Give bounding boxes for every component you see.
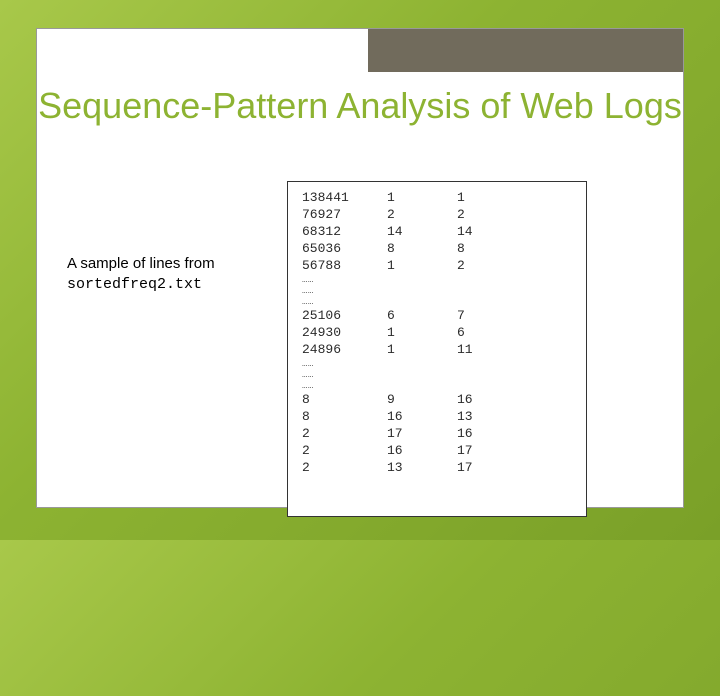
caption-filename: sortedfreq2.txt xyxy=(67,276,202,293)
table-cell: 2 xyxy=(302,426,387,443)
table-row: 13844111 xyxy=(302,190,572,207)
ellipsis-row: …… xyxy=(302,359,572,370)
table-cell: 16 xyxy=(387,443,457,460)
table-cell: 1 xyxy=(387,258,457,275)
ellipsis-row: …… xyxy=(302,297,572,308)
slide-container: Sequence-Pattern Analysis of Web Logs A … xyxy=(36,28,684,508)
table-cell: 7 xyxy=(457,308,572,325)
table-cell: 65036 xyxy=(302,241,387,258)
table-cell: 56788 xyxy=(302,258,387,275)
ellipsis-row: …… xyxy=(302,381,572,392)
table-row: 2493016 xyxy=(302,325,572,342)
data-sample-panel: 13844111769272268312141465036885678812……… xyxy=(287,181,587,517)
table-cell: 11 xyxy=(457,342,572,359)
table-cell: 1 xyxy=(387,342,457,359)
table-row: 24896111 xyxy=(302,342,572,359)
table-cell: 17 xyxy=(387,426,457,443)
table-cell: 24896 xyxy=(302,342,387,359)
table-cell: 24930 xyxy=(302,325,387,342)
slide-title: Sequence-Pattern Analysis of Web Logs xyxy=(37,85,683,126)
sample-caption: A sample of lines from sortedfreq2.txt xyxy=(67,254,215,294)
table-cell: 8 xyxy=(302,409,387,426)
table-cell: 25106 xyxy=(302,308,387,325)
table-cell: 1 xyxy=(387,190,457,207)
data-table: 13844111769272268312141465036885678812……… xyxy=(302,190,572,477)
table-cell: 2 xyxy=(457,258,572,275)
table-cell: 138441 xyxy=(302,190,387,207)
corner-tab xyxy=(363,29,683,77)
table-cell: 14 xyxy=(387,224,457,241)
table-cell: 17 xyxy=(457,443,572,460)
table-row: 8916 xyxy=(302,392,572,409)
table-cell: 16 xyxy=(387,409,457,426)
table-cell: 16 xyxy=(457,426,572,443)
table-cell: 8 xyxy=(457,241,572,258)
table-cell: 2 xyxy=(302,460,387,477)
table-cell: 68312 xyxy=(302,224,387,241)
table-cell: 13 xyxy=(457,409,572,426)
table-row: 7692722 xyxy=(302,207,572,224)
table-cell: 1 xyxy=(387,325,457,342)
table-cell: 8 xyxy=(302,392,387,409)
table-cell: 17 xyxy=(457,460,572,477)
table-row: 21617 xyxy=(302,443,572,460)
table-row: 6503688 xyxy=(302,241,572,258)
table-row: 5678812 xyxy=(302,258,572,275)
table-cell: 2 xyxy=(457,207,572,224)
ellipsis-row: …… xyxy=(302,275,572,286)
table-row: 2510667 xyxy=(302,308,572,325)
caption-line1: A sample of lines from xyxy=(67,255,215,272)
table-row: 21716 xyxy=(302,426,572,443)
table-cell: 16 xyxy=(457,392,572,409)
table-cell: 14 xyxy=(457,224,572,241)
table-row: 81613 xyxy=(302,409,572,426)
table-cell: 2 xyxy=(387,207,457,224)
table-row: 21317 xyxy=(302,460,572,477)
table-cell: 1 xyxy=(457,190,572,207)
table-cell: 76927 xyxy=(302,207,387,224)
table-cell: 2 xyxy=(302,443,387,460)
table-cell: 6 xyxy=(387,308,457,325)
ellipsis-row: …… xyxy=(302,286,572,297)
ellipsis-row: …… xyxy=(302,370,572,381)
table-cell: 9 xyxy=(387,392,457,409)
table-cell: 6 xyxy=(457,325,572,342)
table-cell: 8 xyxy=(387,241,457,258)
table-cell: 13 xyxy=(387,460,457,477)
table-row: 683121414 xyxy=(302,224,572,241)
